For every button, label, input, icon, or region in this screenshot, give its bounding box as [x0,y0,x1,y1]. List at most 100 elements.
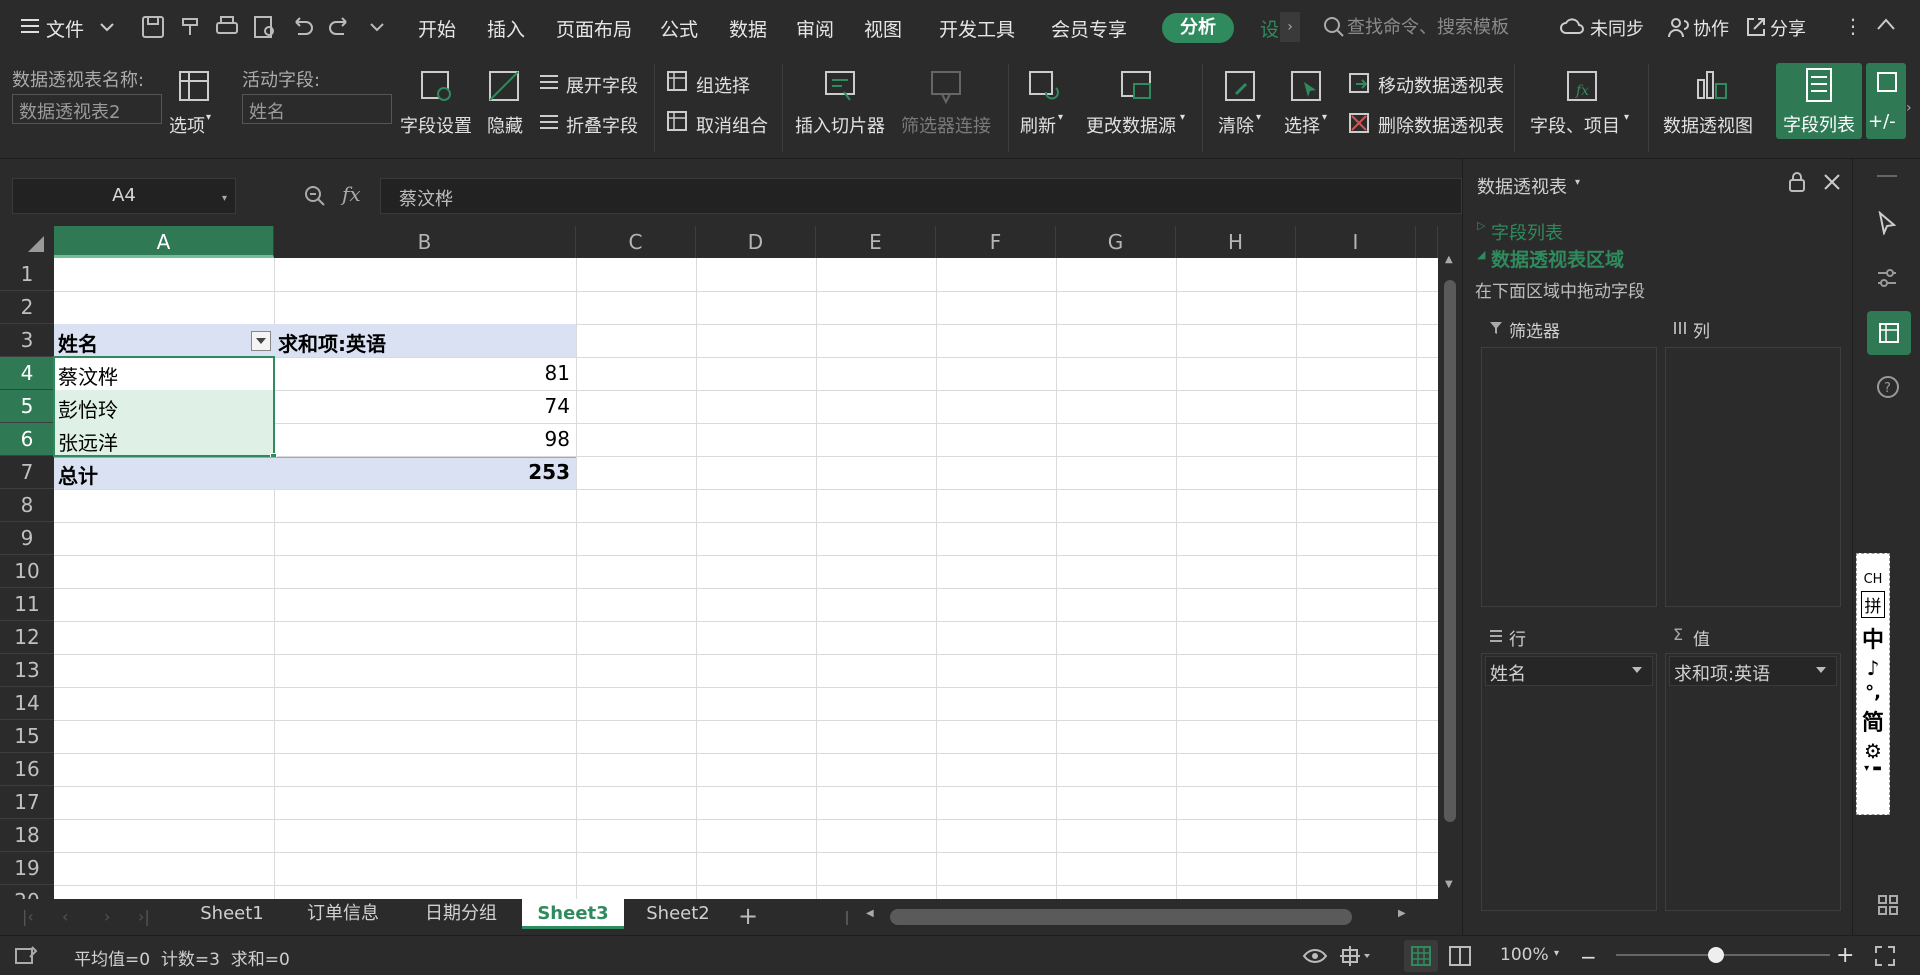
group-selection-icon[interactable] [666,70,688,92]
zoom-in-icon[interactable]: + [1836,943,1854,968]
select-button[interactable]: 选择 [1284,112,1320,138]
clear-dropdown-icon[interactable]: ▾ [1256,112,1261,123]
pivot-options-icon[interactable] [176,68,212,104]
row-header[interactable]: 12 [0,621,54,654]
hide-icon[interactable] [486,68,522,104]
column-header[interactable]: E [816,226,936,258]
column-header[interactable]: D [696,226,816,258]
refresh-icon[interactable] [1026,68,1062,104]
scroll-down-icon[interactable]: ▼ [1445,879,1453,890]
tab-page-layout[interactable]: 页面布局 [556,15,632,42]
grand-total-label[interactable]: 总计 [58,460,98,489]
layout-center-icon[interactable] [1338,944,1372,968]
ime-simplified[interactable]: 简 [1857,705,1889,737]
row-header[interactable]: 20 [0,885,54,899]
tab-formulas[interactable]: 公式 [660,15,698,42]
field-settings-icon[interactable] [418,68,454,104]
status-summary[interactable]: 平均值=0 计数=3 求和=0 [74,945,290,970]
fullscreen-icon[interactable] [1874,945,1896,967]
horizontal-scroll-thumb[interactable] [890,909,1352,925]
macro-icon[interactable] [14,945,38,967]
row-header[interactable]: 9 [0,522,54,555]
apps-grid-icon[interactable] [1877,894,1899,916]
print-icon[interactable] [214,14,240,40]
insert-function-button[interactable]: fx [342,182,361,206]
first-sheet-icon[interactable]: |‹ [22,907,34,926]
pivot-chart-button[interactable]: 数据透视图 [1663,112,1753,138]
clear-button[interactable]: 清除 [1218,112,1254,138]
tab-developer[interactable]: 开发工具 [939,15,1015,42]
pivot-row-label[interactable]: 蔡汶桦 [58,361,118,390]
options-dropdown-icon[interactable]: ▾ [206,112,211,123]
row-header[interactable]: 17 [0,786,54,819]
sheet-tab[interactable]: Sheet2 [630,899,726,929]
name-box-dropdown-icon[interactable]: ▾ [222,193,227,204]
undo-icon[interactable] [290,14,316,40]
vertical-scrollbar[interactable]: ▲ ▼ [1438,244,1462,899]
value-field-item[interactable]: 求和项:英语 [1669,656,1837,686]
delete-pivot-button[interactable]: 删除数据透视表 [1378,112,1504,138]
tab-view[interactable]: 视图 [864,15,902,42]
row-header[interactable]: 18 [0,819,54,852]
zoom-find-icon[interactable] [303,184,327,208]
field-list-section[interactable]: 字段列表 [1491,219,1563,245]
row-header[interactable]: 5 [0,390,54,423]
ime-sound-icon[interactable]: ♪ [1857,656,1889,680]
scroll-right-icon[interactable]: ▶ [1398,908,1406,919]
change-source-dropdown-icon[interactable]: ▾ [1180,112,1185,123]
tab-analyze[interactable]: 分析 [1162,13,1234,43]
pivot-row-header-cell[interactable]: 姓名 [58,328,98,357]
format-painter-icon[interactable] [178,14,204,40]
eye-protection-icon[interactable] [1302,944,1328,968]
search-input[interactable]: 查找命令、搜索模板 [1347,13,1555,43]
column-header[interactable]: F [936,226,1056,258]
row-header[interactable]: 16 [0,753,54,786]
row-header[interactable]: 10 [0,555,54,588]
row-header[interactable]: 6 [0,423,54,456]
drag-handle[interactable] [1877,175,1897,177]
row-header[interactable]: 11 [0,588,54,621]
tab-insert[interactable]: 插入 [487,15,525,42]
hide-button[interactable]: 隐藏 [487,112,523,138]
expand-field-icon[interactable] [538,72,560,94]
row-header[interactable]: 4 [0,357,54,390]
collapse-field-icon[interactable] [538,112,560,134]
column-header[interactable]: H [1176,226,1296,258]
scroll-left-icon[interactable]: ◀ [866,908,874,919]
more-options-icon[interactable]: ⋮ [1843,14,1863,38]
sync-status[interactable]: 未同步 [1590,15,1644,41]
rows-drop-zone[interactable] [1481,653,1657,911]
pivot-row-label[interactable]: 张远洋 [58,427,118,456]
row-field-item[interactable]: 姓名 [1485,656,1653,686]
row-field-dropdown-icon[interactable] [1631,666,1643,674]
fields-items-dropdown-icon[interactable]: ▾ [1624,112,1629,123]
clear-icon[interactable] [1222,68,1258,104]
sheet-tab-active[interactable]: Sheet3 [522,899,624,929]
expanded-arrow-icon[interactable]: ◢ [1477,248,1485,261]
pivot-value-header-cell[interactable]: 求和项:英语 [278,328,386,357]
tab-home[interactable]: 开始 [418,15,456,42]
tab-design-partial[interactable]: 设 [1260,15,1279,42]
zoom-out-icon[interactable]: − [1580,945,1597,969]
delete-pivot-icon[interactable] [1348,112,1370,134]
save-icon[interactable] [140,14,166,40]
collapse-field-button[interactable]: 折叠字段 [566,112,638,138]
column-header[interactable]: B [274,226,576,258]
normal-view-button[interactable] [1404,940,1438,972]
refresh-button[interactable]: 刷新 [1020,112,1056,138]
pivot-value-cell[interactable]: 98 [278,427,570,451]
select-icon[interactable] [1288,68,1324,104]
zoom-level[interactable]: 100% [1500,945,1549,965]
ungroup-button[interactable]: 取消组合 [696,112,768,138]
page-view-icon[interactable] [1448,945,1472,967]
options-button[interactable]: 选项 [169,112,205,138]
field-settings-button[interactable]: 字段设置 [400,112,472,138]
field-list-button[interactable]: 字段列表 [1776,63,1862,139]
pivot-name-input[interactable]: 数据透视表2 [12,94,162,124]
group-selection-button[interactable]: 组选择 [696,72,750,98]
pivot-area-section[interactable]: 数据透视表区域 [1491,245,1624,272]
move-pivot-icon[interactable] [1348,72,1370,94]
row-header[interactable]: 19 [0,852,54,885]
add-sheet-icon[interactable]: + [738,902,758,930]
cursor-select-icon[interactable] [1876,211,1898,235]
